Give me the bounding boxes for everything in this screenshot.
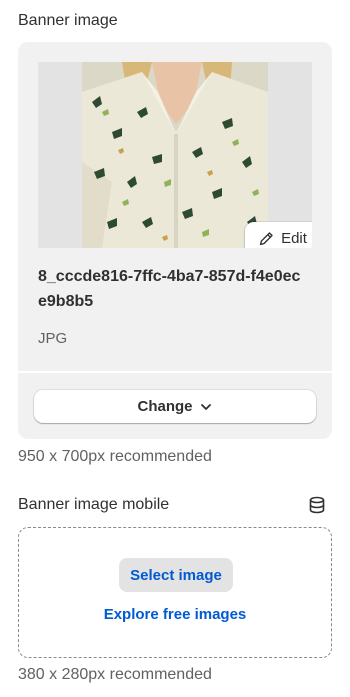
explore-free-images-link[interactable]: Explore free images [19, 606, 331, 623]
banner-photo [82, 62, 268, 248]
database-icon[interactable] [308, 496, 326, 514]
edit-button-label: Edit [281, 230, 307, 247]
banner-mobile-size-hint: 380 x 280px recommended [18, 666, 212, 683]
banner-size-hint: 950 x 700px recommended [18, 448, 212, 465]
pencil-icon [259, 232, 273, 246]
image-preview[interactable]: Edit [38, 62, 312, 248]
banner-image-label: Banner image [18, 12, 118, 29]
edit-image-button[interactable]: Edit [245, 222, 312, 248]
change-button-label: Change [137, 398, 193, 415]
banner-mobile-label: Banner image mobile [18, 496, 170, 513]
shirt-illustration [82, 62, 268, 248]
divider [18, 371, 332, 373]
file-type: JPG [38, 330, 68, 347]
chevron-down-icon [200, 403, 211, 410]
select-image-button[interactable]: Select image [119, 558, 233, 592]
file-name: 8_cccde816-7ffc-4ba7-857d-f4e0ece9b8b5 [38, 268, 301, 310]
change-image-button[interactable]: Change [34, 390, 316, 423]
banner-image-card: Edit 8_cccde816-7ffc-4ba7-857d-f4e0ece9b… [18, 42, 332, 439]
mobile-image-dropzone[interactable]: Select image Explore free images [18, 527, 332, 658]
